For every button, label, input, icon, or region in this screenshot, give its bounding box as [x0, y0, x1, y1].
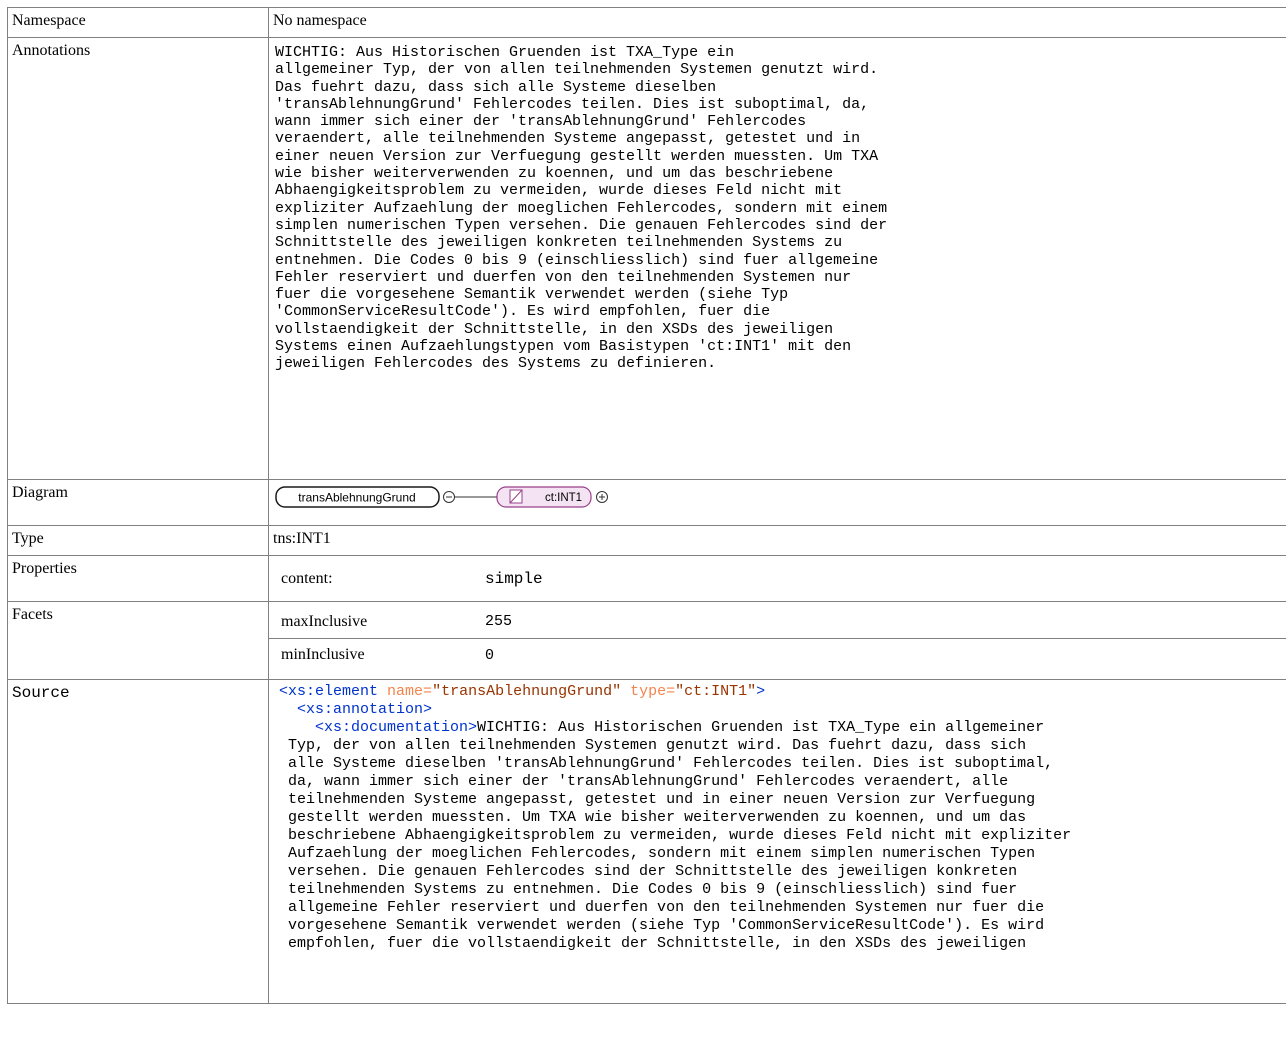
- property-value: simple: [485, 570, 543, 588]
- properties-label: Properties: [7, 555, 269, 602]
- facet-row: minInclusive 0: [269, 638, 1286, 672]
- facet-row: maxInclusive 255: [269, 606, 1286, 639]
- type-node-label: ct:INT1: [545, 492, 582, 504]
- minus-circle-icon[interactable]: [443, 491, 455, 503]
- property-key: content:: [281, 570, 333, 587]
- properties-table: content: simple: [269, 562, 1286, 596]
- annotations-row: Annotations WICHTIG: Aus Historischen Gr…: [7, 37, 1286, 480]
- facets-table: maxInclusive 255 minInclusive 0: [269, 606, 1286, 672]
- facet-value: 255: [481, 606, 1286, 639]
- xml-attr-name: type=: [630, 683, 676, 700]
- xml-attr-name: name=: [387, 683, 433, 700]
- type-value: tns:INT1: [273, 530, 331, 547]
- xml-annotation-tag: <xs:annotation>: [297, 701, 433, 718]
- facets-label: Facets: [7, 601, 269, 680]
- schema-doc-table: Namespace No namespace Annotations WICHT…: [7, 7, 1286, 1004]
- source-code: <xs:element name="transAblehnungGrund" t…: [269, 680, 1286, 1003]
- diagram-label: Diagram: [7, 479, 269, 526]
- namespace-row: Namespace No namespace: [7, 7, 1286, 38]
- diagram-svg: transAblehnungGrund ct:INT1: [275, 486, 608, 508]
- type-node[interactable]: ct:INT1: [496, 486, 592, 508]
- type-row: Type tns:INT1: [7, 525, 1286, 556]
- xml-documentation-text: WICHTIG: Aus Historischen Gruenden ist T…: [288, 719, 1072, 952]
- annotation-text: WICHTIG: Aus Historischen Gruenden ist T…: [275, 44, 888, 373]
- simple-type-icon: [509, 489, 523, 504]
- element-node-label: transAblehnungGrund: [298, 491, 415, 505]
- element-diagram: transAblehnungGrund ct:INT1: [269, 480, 1286, 524]
- source-label: Source: [7, 679, 269, 1004]
- diagram-row: Diagram transAblehnungGrund ct:INT1: [7, 479, 1286, 526]
- element-node[interactable]: transAblehnungGrund: [275, 486, 440, 508]
- source-row: Source <xs:element name="transAblehnungG…: [7, 679, 1286, 1004]
- facets-row: Facets maxInclusive 255 minInclusive 0: [7, 601, 1286, 680]
- properties-row: Properties content: simple: [7, 555, 1286, 602]
- facet-key: maxInclusive: [269, 606, 481, 639]
- xml-documentation-tag: <xs:documentation>: [315, 719, 478, 736]
- type-label: Type: [7, 525, 269, 556]
- namespace-value: No namespace: [273, 12, 367, 29]
- xml-attr-value: "ct:INT1": [675, 683, 757, 700]
- plus-circle-icon[interactable]: [596, 491, 608, 503]
- facet-value: 0: [485, 646, 495, 664]
- xml-attr-value: "transAblehnungGrund": [432, 683, 622, 700]
- namespace-label: Namespace: [7, 7, 269, 38]
- xml-tag-close: >: [756, 683, 766, 700]
- facet-key: minInclusive: [281, 646, 365, 664]
- xml-open-tag: <xs:element: [279, 683, 379, 700]
- property-row: content: simple: [269, 562, 1286, 596]
- annotations-label: Annotations: [7, 37, 269, 480]
